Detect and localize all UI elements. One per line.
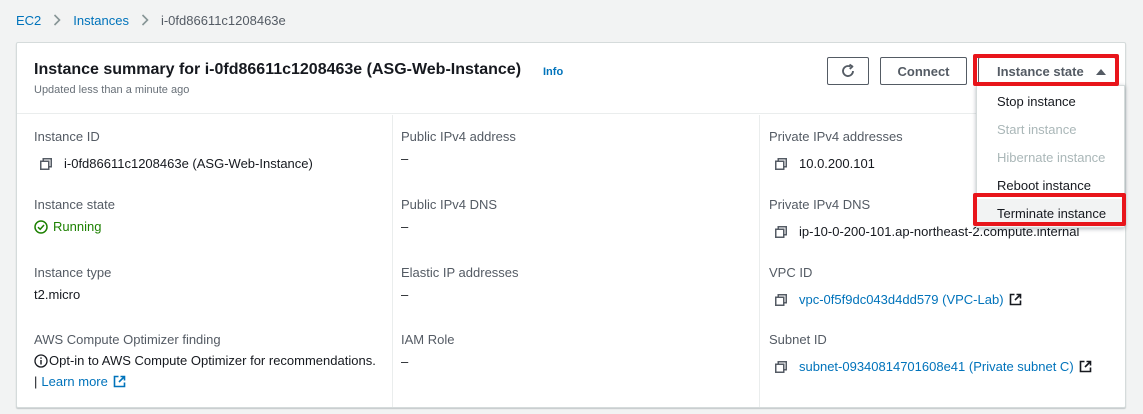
elastic-ip-value: – [401, 287, 409, 302]
menu-item-reboot-instance[interactable]: Reboot instance [977, 171, 1124, 199]
caret-up-icon [1095, 68, 1106, 75]
copy-icon[interactable] [775, 293, 787, 306]
info-link[interactable]: Info [543, 66, 563, 78]
subnet-id-link[interactable]: subnet-09340814701608e41 (Private subnet… [799, 359, 1074, 374]
column-divider [392, 115, 393, 407]
menu-item-start-instance: Start instance [997, 121, 1077, 137]
learn-more-link[interactable]: Learn more [41, 371, 107, 392]
panel-header: Instance summary for i-0fd86611c1208463e… [17, 43, 1125, 114]
private-ipv4-value: 10.0.200.101 [775, 156, 875, 171]
instance-state-value: Running [34, 219, 101, 234]
instance-type-label: Instance type [34, 265, 112, 280]
copy-icon[interactable] [775, 360, 787, 373]
instance-id-text: i-0fd86611c1208463e (ASG-Web-Instance) [64, 156, 313, 171]
chevron-right-icon [141, 14, 149, 26]
connect-button[interactable]: Connect [880, 57, 967, 85]
vpc-id-value: vpc-0f5f9dc043d4dd579 (VPC-Lab) [775, 292, 1022, 307]
menu-item-hibernate-instance: Hibernate instance [997, 149, 1106, 165]
menu-item-stop-instance[interactable]: Stop instance [977, 87, 1124, 115]
iam-role-label: IAM Role [401, 332, 455, 347]
optimizer-finding: Opt-in to AWS Compute Optimizer for reco… [34, 350, 384, 392]
refresh-icon [840, 63, 856, 79]
public-ipv4-label: Public IPv4 address [401, 129, 516, 144]
instance-summary-panel: Instance summary for i-0fd86611c1208463e… [16, 42, 1126, 408]
check-circle-icon [34, 219, 48, 234]
elastic-ip-label: Elastic IP addresses [401, 265, 519, 280]
public-dns-label: Public IPv4 DNS [401, 197, 498, 212]
optimizer-learn-line: | Learn more [34, 371, 384, 392]
instance-id-value: i-0fd86611c1208463e (ASG-Web-Instance) [40, 156, 313, 171]
external-link-icon[interactable] [1079, 360, 1092, 373]
chevron-right-icon [53, 14, 61, 26]
separator: | [34, 374, 38, 389]
breadcrumb-current: i-0fd86611c1208463e [160, 12, 286, 28]
menu-item-terminate-instance[interactable]: Terminate instance [977, 199, 1124, 227]
private-ipv4-label: Private IPv4 addresses [769, 129, 903, 144]
instance-type-value: t2.micro [34, 287, 81, 302]
external-link-icon[interactable] [1009, 293, 1022, 306]
vpc-id-link[interactable]: vpc-0f5f9dc043d4dd579 (VPC-Lab) [799, 292, 1004, 307]
instance-state-label: Instance state [997, 63, 1084, 79]
iam-role-value: – [401, 354, 409, 369]
external-link-icon[interactable] [113, 375, 126, 388]
info-circle-icon [34, 353, 48, 368]
copy-icon[interactable] [775, 225, 787, 238]
copy-icon[interactable] [775, 157, 787, 170]
updated-subtitle: Updated less than a minute ago [34, 84, 190, 96]
column-divider [759, 115, 760, 407]
private-ipv4-text: 10.0.200.101 [799, 156, 875, 171]
status-badge: Running [53, 219, 102, 234]
instance-id-label: Instance ID [34, 129, 100, 144]
instance-state-dropdown: Stop instance Start instance Hibernate i… [976, 85, 1125, 228]
page-title: Instance summary for i-0fd86611c1208463e… [34, 61, 522, 78]
breadcrumb-ec2[interactable]: EC2 [16, 13, 41, 28]
refresh-button[interactable] [827, 57, 869, 85]
private-dns-label: Private IPv4 DNS [769, 197, 871, 212]
instance-state-field-label: Instance state [34, 197, 115, 212]
public-dns-value: – [401, 219, 409, 234]
public-ipv4-value: – [401, 151, 409, 166]
breadcrumb-instances[interactable]: Instances [73, 13, 129, 28]
subnet-id-label: Subnet ID [769, 332, 827, 347]
breadcrumb: EC2 Instances i-0fd86611c1208463e [16, 11, 286, 29]
optimizer-line: Opt-in to AWS Compute Optimizer for reco… [34, 350, 384, 371]
optimizer-text: Opt-in to AWS Compute Optimizer for reco… [49, 353, 376, 368]
subnet-id-value: subnet-09340814701608e41 (Private subnet… [775, 359, 1092, 374]
optimizer-label: AWS Compute Optimizer finding [34, 332, 221, 347]
vpc-id-label: VPC ID [769, 265, 813, 280]
copy-icon[interactable] [40, 157, 52, 170]
instance-state-button[interactable]: Instance state [978, 57, 1116, 85]
